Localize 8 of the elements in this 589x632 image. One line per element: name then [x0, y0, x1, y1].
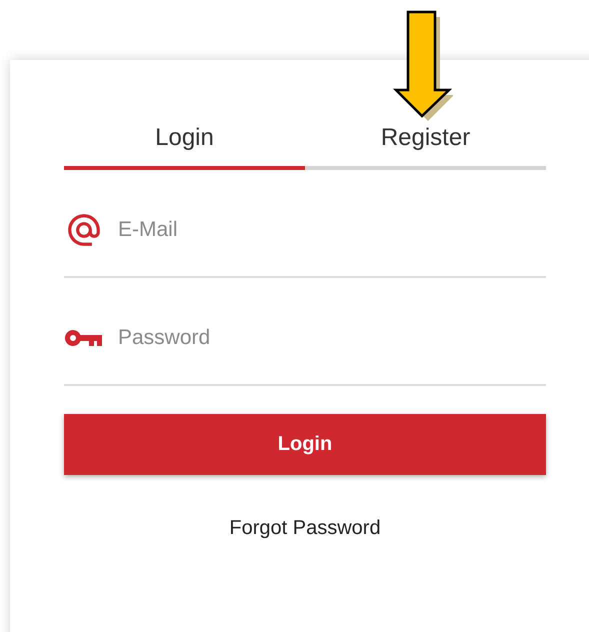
login-button[interactable]: Login: [64, 414, 546, 475]
tab[interactable]: Login: [64, 112, 305, 170]
at-sign-icon: [65, 211, 103, 249]
email-field[interactable]: E-Mail: [118, 204, 546, 242]
forgot-password-link[interactable]: Forgot Password: [229, 517, 381, 540]
down-arrow-icon: [393, 10, 453, 122]
password-field[interactable]: Password: [118, 312, 546, 350]
key-icon: [64, 328, 104, 348]
